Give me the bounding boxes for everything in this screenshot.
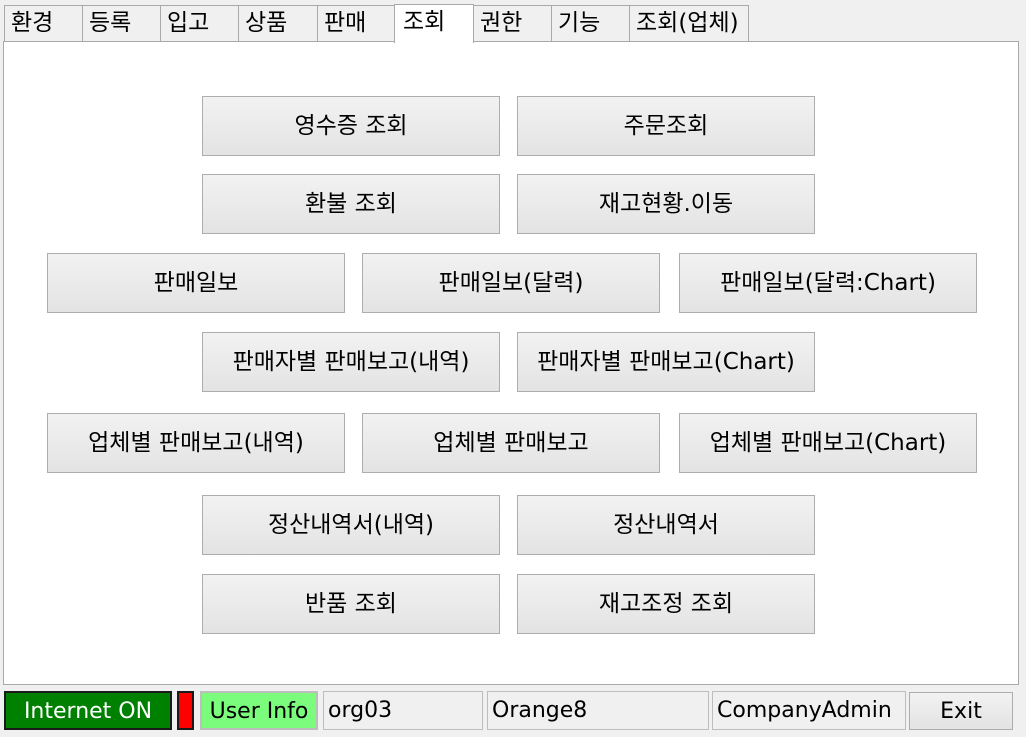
refund-inquiry-button[interactable]: 환불 조회 xyxy=(202,174,500,234)
stock-status-move-button[interactable]: 재고현황.이동 xyxy=(517,174,815,234)
stock-adjust-inquiry-button[interactable]: 재고조정 조회 xyxy=(517,574,815,634)
tab-bar: 환경 등록 입고 상품 판매 조회 권한 기능 조회(업체) xyxy=(4,4,1020,43)
seller-report-detail-button[interactable]: 판매자별 판매보고(내역) xyxy=(202,332,500,392)
vendor-report-chart-button[interactable]: 업체별 판매보고(Chart) xyxy=(679,413,977,473)
tab-permissions[interactable]: 권한 xyxy=(473,5,552,41)
order-inquiry-button[interactable]: 주문조회 xyxy=(517,96,815,156)
daily-sales-calendar-button[interactable]: 판매일보(달력) xyxy=(362,253,660,313)
tab-environment[interactable]: 환경 xyxy=(4,5,83,41)
daily-sales-calendar-chart-button[interactable]: 판매일보(달력:Chart) xyxy=(679,253,977,313)
vendor-report-detail-button[interactable]: 업체별 판매보고(내역) xyxy=(47,413,345,473)
seller-report-chart-button[interactable]: 판매자별 판매보고(Chart) xyxy=(517,332,815,392)
daily-sales-button[interactable]: 판매일보 xyxy=(47,253,345,313)
receipt-inquiry-button[interactable]: 영수증 조회 xyxy=(202,96,500,156)
tab-functions[interactable]: 기능 xyxy=(551,5,630,41)
tab-inquiry[interactable]: 조회 xyxy=(394,4,474,43)
vendor-report-button[interactable]: 업체별 판매보고 xyxy=(362,413,660,473)
settlement-button[interactable]: 정산내역서 xyxy=(517,495,815,555)
tab-receiving[interactable]: 입고 xyxy=(160,5,239,41)
exit-button[interactable]: Exit xyxy=(909,692,1013,730)
inquiry-panel: 영수증 조회 주문조회 환불 조회 재고현황.이동 판매일보 판매일보(달력) … xyxy=(3,41,1019,685)
tab-sales[interactable]: 판매 xyxy=(317,5,395,41)
return-inquiry-button[interactable]: 반품 조회 xyxy=(202,574,500,634)
connection-indicator xyxy=(177,691,194,730)
org-field: org03 xyxy=(323,691,483,730)
internet-status: Internet ON xyxy=(4,691,172,730)
role-field: CompanyAdmin xyxy=(712,691,906,730)
tab-products[interactable]: 상품 xyxy=(238,5,318,41)
tab-vendor-inquiry[interactable]: 조회(업체) xyxy=(629,5,749,41)
company-field: Orange8 xyxy=(487,691,709,730)
settlement-detail-button[interactable]: 정산내역서(내역) xyxy=(202,495,500,555)
tab-registration[interactable]: 등록 xyxy=(82,5,161,41)
user-info-button[interactable]: User Info xyxy=(200,691,318,730)
